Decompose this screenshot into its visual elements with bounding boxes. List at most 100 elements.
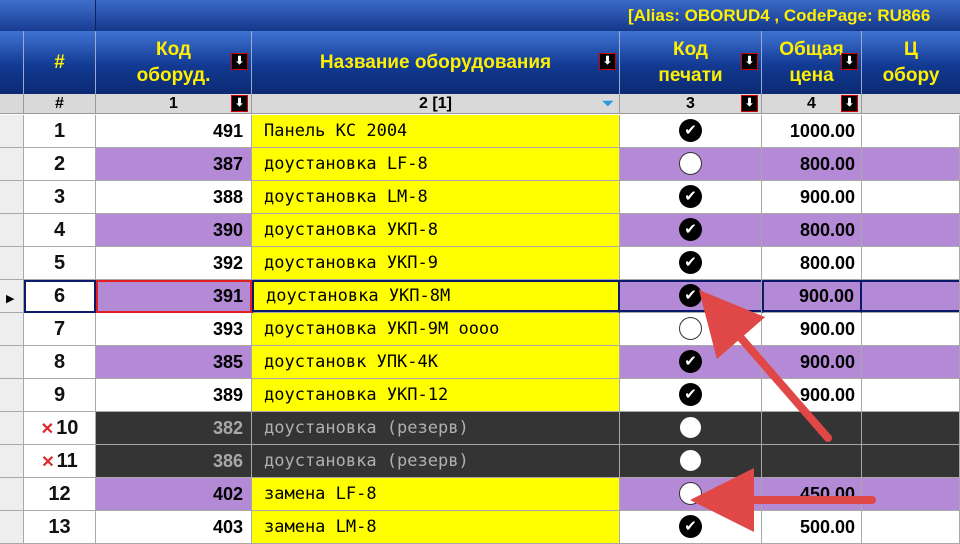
cell-name[interactable]: доустановка LM-8 — [252, 181, 620, 214]
table-row[interactable]: 1 491 Панель КС 2004 ✔ 1000.00 — [0, 115, 960, 148]
cell-rest[interactable] — [862, 214, 960, 247]
cell-rest[interactable] — [862, 379, 960, 412]
table-row[interactable]: ✕ 10 382 доустановка (резерв) — [0, 412, 960, 445]
empty-circle-icon[interactable] — [679, 152, 702, 176]
row-indicator[interactable] — [0, 412, 24, 445]
cell-rest[interactable] — [862, 280, 960, 313]
sort-down-icon[interactable]: ⬇ — [741, 95, 758, 112]
cell-name[interactable]: доустановка (резерв) — [252, 445, 620, 478]
sort-down-icon[interactable]: ⬇ — [231, 95, 248, 112]
cell-print[interactable]: ✔ — [620, 181, 762, 214]
table-row[interactable]: 9 389 доустановка УКП-12 ✔ 900.00 — [0, 379, 960, 412]
cell-rest[interactable] — [862, 511, 960, 544]
cell-rest[interactable] — [862, 313, 960, 346]
cell-price[interactable] — [762, 412, 862, 445]
check-circle-icon[interactable]: ✔ — [679, 251, 702, 275]
cell-name[interactable]: доустановка (резерв) — [252, 412, 620, 445]
row-indicator[interactable]: ▶ — [0, 280, 24, 313]
sort-down-icon[interactable]: ⬇ — [599, 53, 616, 70]
subheader-price[interactable]: 4 ⬇ — [762, 94, 862, 114]
cell-price[interactable]: 500.00 — [762, 511, 862, 544]
sort-down-icon[interactable]: ⬇ — [841, 53, 858, 70]
row-indicator[interactable] — [0, 181, 24, 214]
table-row[interactable]: 4 390 доустановка УКП-8 ✔ 800.00 — [0, 214, 960, 247]
cell-price[interactable]: 900.00 — [762, 379, 862, 412]
cell-code[interactable]: 388 — [96, 181, 252, 214]
cell-code[interactable]: 387 — [96, 148, 252, 181]
cell-print[interactable] — [620, 445, 762, 478]
table-row[interactable]: 2 387 доустановка LF-8 800.00 — [0, 148, 960, 181]
cell-code[interactable]: 391 — [96, 280, 252, 313]
header-code[interactable]: Код оборуд. ⬇ — [96, 31, 252, 94]
empty-circle-icon[interactable] — [679, 449, 702, 473]
cell-print[interactable] — [620, 148, 762, 181]
cell-print[interactable] — [620, 478, 762, 511]
cell-rest[interactable] — [862, 412, 960, 445]
table-row[interactable]: ✕ 11 386 доустановка (резерв) — [0, 445, 960, 478]
cell-name[interactable]: доустановка УКП-9 — [252, 247, 620, 280]
cell-rest[interactable] — [862, 478, 960, 511]
cell-price[interactable] — [762, 445, 862, 478]
cell-code[interactable]: 393 — [96, 313, 252, 346]
row-indicator[interactable] — [0, 445, 24, 478]
cell-price[interactable]: 800.00 — [762, 247, 862, 280]
row-indicator[interactable] — [0, 148, 24, 181]
table-row[interactable]: 12 402 замена LF-8 450.00 — [0, 478, 960, 511]
table-row[interactable]: 5 392 доустановка УКП-9 ✔ 800.00 — [0, 247, 960, 280]
empty-circle-icon[interactable] — [679, 317, 702, 341]
row-indicator[interactable] — [0, 478, 24, 511]
check-circle-icon[interactable]: ✔ — [679, 383, 702, 407]
cell-price[interactable]: 900.00 — [762, 280, 862, 313]
cell-code[interactable]: 402 — [96, 478, 252, 511]
cell-code[interactable]: 389 — [96, 379, 252, 412]
cell-name[interactable]: доустановка УКП-8М — [252, 280, 620, 313]
cell-rest[interactable] — [862, 247, 960, 280]
cell-rest[interactable] — [862, 445, 960, 478]
subheader-name[interactable]: 2 [1] ⏷ — [252, 94, 620, 114]
check-circle-icon[interactable]: ✔ — [679, 218, 702, 242]
cell-code[interactable]: 382 — [96, 412, 252, 445]
cell-rest[interactable] — [862, 346, 960, 379]
cell-name[interactable]: доустановка УКП-8 — [252, 214, 620, 247]
row-indicator[interactable] — [0, 346, 24, 379]
cell-print[interactable]: ✔ — [620, 511, 762, 544]
table-row[interactable]: 13 403 замена LM-8 ✔ 500.00 — [0, 511, 960, 544]
table-row[interactable]: 7 393 доустановка УКП-9М оооо 900.00 — [0, 313, 960, 346]
empty-circle-icon[interactable] — [679, 482, 702, 506]
cell-print[interactable] — [620, 412, 762, 445]
row-indicator[interactable] — [0, 115, 24, 148]
cell-print[interactable]: ✔ — [620, 115, 762, 148]
cell-print[interactable]: ✔ — [620, 346, 762, 379]
cell-print[interactable]: ✔ — [620, 379, 762, 412]
filter-funnel-icon[interactable]: ⏷ — [599, 95, 617, 112]
cell-rest[interactable] — [862, 148, 960, 181]
cell-code[interactable]: 403 — [96, 511, 252, 544]
table-row[interactable]: 8 385 доустановк УПК-4К ✔ 900.00 — [0, 346, 960, 379]
cell-price[interactable]: 900.00 — [762, 313, 862, 346]
cell-price[interactable]: 1000.00 — [762, 115, 862, 148]
cell-code[interactable]: 385 — [96, 346, 252, 379]
cell-name[interactable]: Панель КС 2004 — [252, 115, 620, 148]
cell-price[interactable]: 800.00 — [762, 148, 862, 181]
check-circle-icon[interactable]: ✔ — [679, 119, 702, 143]
cell-price[interactable]: 450.00 — [762, 478, 862, 511]
cell-code[interactable]: 491 — [96, 115, 252, 148]
header-name[interactable]: Название оборудования ⬇ — [252, 31, 620, 94]
subheader-code[interactable]: 1 ⬇ — [96, 94, 252, 114]
cell-price[interactable]: 900.00 — [762, 346, 862, 379]
sort-down-icon[interactable]: ⬇ — [741, 53, 758, 70]
subheader-print[interactable]: 3 ⬇ — [620, 94, 762, 114]
header-print[interactable]: Код печати ⬇ — [620, 31, 762, 94]
cell-code[interactable]: 390 — [96, 214, 252, 247]
table-row[interactable]: 3 388 доустановка LM-8 ✔ 900.00 — [0, 181, 960, 214]
header-num[interactable]: # — [24, 31, 96, 94]
sort-down-icon[interactable]: ⬇ — [841, 95, 858, 112]
header-rest[interactable]: Ц обору — [862, 31, 960, 94]
cell-price[interactable]: 800.00 — [762, 214, 862, 247]
row-indicator[interactable] — [0, 247, 24, 280]
cell-name[interactable]: замена LM-8 — [252, 511, 620, 544]
sort-down-icon[interactable]: ⬇ — [231, 53, 248, 70]
cell-name[interactable]: доустановка LF-8 — [252, 148, 620, 181]
row-indicator[interactable] — [0, 511, 24, 544]
cell-name[interactable]: замена LF-8 — [252, 478, 620, 511]
